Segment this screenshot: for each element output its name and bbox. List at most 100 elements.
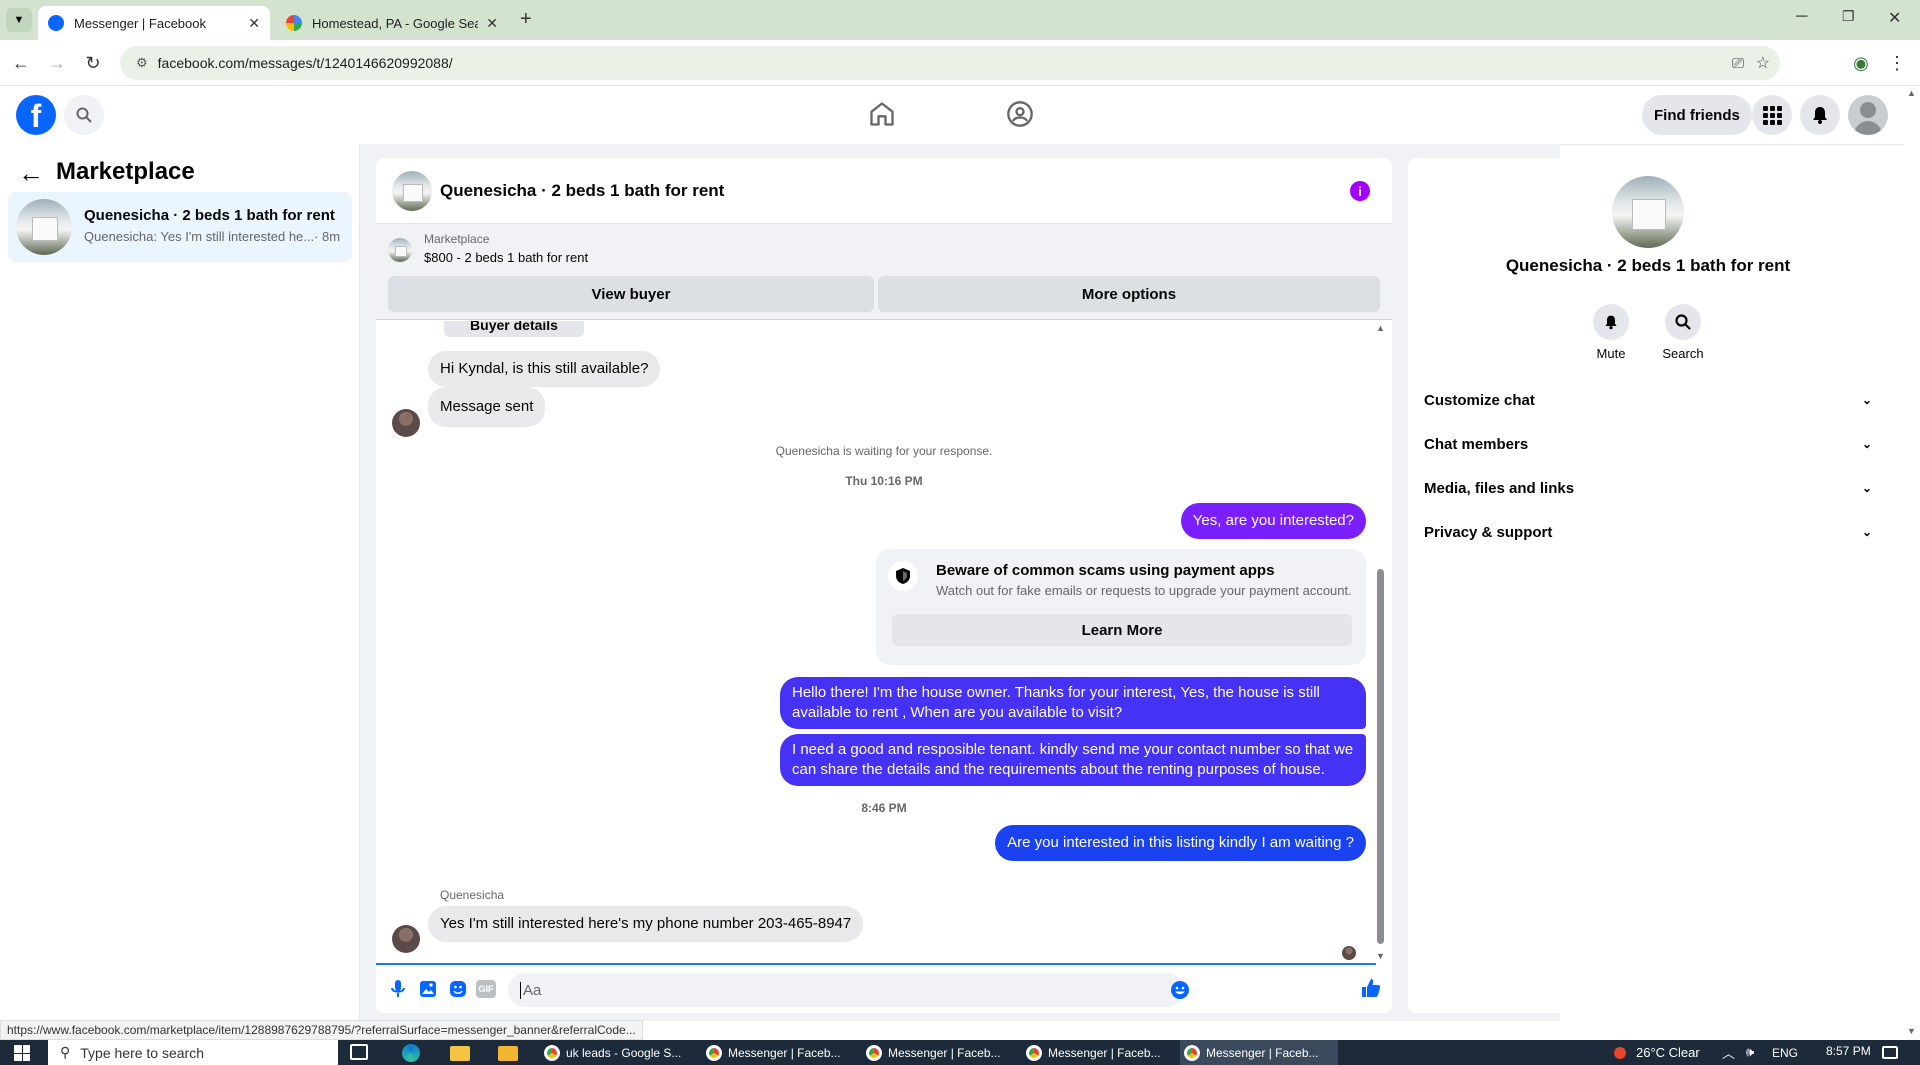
taskbar-app-chrome-active[interactable]: Messenger | Faceb... xyxy=(1180,1040,1338,1065)
media-files-links-section[interactable]: Media, files and links ⌄ xyxy=(1424,470,1872,506)
find-friends-button[interactable]: Find friends xyxy=(1642,95,1752,135)
bookmark-star-icon[interactable]: ☆ xyxy=(1756,53,1770,73)
tab-messenger[interactable]: Messenger | Facebook ✕ xyxy=(38,6,270,40)
folder-icon[interactable] xyxy=(498,1046,518,1061)
site-info-icon[interactable]: ⚙ xyxy=(136,55,148,71)
thumbs-up-icon[interactable] xyxy=(1360,977,1382,999)
incoming-message: Hi Kyndal, is this still available? xyxy=(428,351,661,387)
sticker-icon[interactable] xyxy=(448,979,468,999)
privacy-support-section[interactable]: Privacy & support ⌄ xyxy=(1424,514,1872,550)
language-indicator[interactable]: ENG xyxy=(1772,1046,1798,1060)
sender-avatar[interactable] xyxy=(392,409,420,437)
section-label: Chat members xyxy=(1424,435,1529,453)
customize-chat-section[interactable]: Customize chat ⌄ xyxy=(1424,382,1872,418)
account-avatar[interactable] xyxy=(1848,95,1888,135)
new-tab-button[interactable]: + xyxy=(520,8,532,31)
conversation-item[interactable]: Quenesicha · 2 beds 1 bath for rent Quen… xyxy=(8,192,352,262)
more-options-button[interactable]: More options xyxy=(878,276,1380,312)
composer-bar: GIF Aa xyxy=(376,965,1392,1013)
close-tab-icon[interactable]: ✕ xyxy=(248,15,260,32)
chat-title[interactable]: Quenesicha · 2 beds 1 bath for rent xyxy=(440,181,724,201)
view-buyer-button[interactable]: View buyer xyxy=(388,276,874,312)
scam-warning-title: Beware of common scams using payment app… xyxy=(936,562,1275,579)
scroll-up-icon[interactable]: ▲ xyxy=(1376,323,1385,333)
home-nav-button[interactable] xyxy=(868,100,900,132)
photo-icon[interactable] xyxy=(418,979,438,999)
search-icon xyxy=(76,107,92,123)
browser-menu-icon[interactable]: ⋮ xyxy=(1884,50,1910,76)
sender-name: Quenesicha xyxy=(440,888,505,902)
profile-icon[interactable]: ◉ xyxy=(1848,50,1874,76)
forward-button[interactable]: → xyxy=(44,50,70,76)
notifications-button[interactable] xyxy=(1800,95,1840,135)
search-conversation-button[interactable]: Search xyxy=(1658,304,1708,361)
banner-summary[interactable]: $800 - 2 beds 1 bath for rent xyxy=(424,250,588,265)
volume-icon[interactable]: 🕪 xyxy=(1746,1044,1754,1060)
outgoing-message: Yes, are you interested? xyxy=(1180,503,1366,539)
notification-center-icon[interactable] xyxy=(1882,1046,1898,1059)
taskbar-app-chrome[interactable]: Messenger | Faceb... xyxy=(702,1040,848,1065)
search-button[interactable] xyxy=(64,95,104,135)
browser-toolbar: ← → ↻ ⚙ facebook.com/messages/t/12401466… xyxy=(0,40,1920,86)
emoji-icon[interactable] xyxy=(1170,980,1190,1000)
taskbar-app-chrome[interactable]: uk leads - Google S... xyxy=(540,1040,686,1065)
menu-grid-icon xyxy=(1763,106,1782,125)
message-input[interactable]: Aa xyxy=(508,973,1189,1007)
message-scrollbar[interactable]: ▲ ▼ xyxy=(1375,321,1387,965)
taskbar-app-chrome[interactable]: Messenger | Faceb... xyxy=(862,1040,1008,1065)
sender-avatar[interactable] xyxy=(392,925,420,953)
incoming-message: Yes I'm still interested here's my phone… xyxy=(428,906,864,942)
tab-google-search[interactable]: Homestead, PA - Google Search ✕ xyxy=(276,6,508,40)
minimize-button[interactable]: ─ xyxy=(1796,8,1807,26)
tray-chevron-icon[interactable]: ︿ xyxy=(1722,1043,1735,1062)
page-scrollbar[interactable]: ▲ ▼ xyxy=(1904,86,1920,1040)
scroll-down-icon[interactable]: ▼ xyxy=(1376,951,1385,961)
taskbar-search-box[interactable]: ⚲ Type here to search xyxy=(48,1040,338,1065)
back-button[interactable]: ← xyxy=(8,50,34,76)
task-view-icon[interactable] xyxy=(350,1044,368,1060)
link-status-bubble: https://www.facebook.com/marketplace/ite… xyxy=(0,1020,643,1040)
microphone-icon[interactable] xyxy=(388,979,408,999)
facebook-logo[interactable]: f xyxy=(16,95,56,135)
chevron-down-icon: ⌄ xyxy=(1861,393,1872,407)
install-app-icon[interactable]: ⎚ xyxy=(1732,55,1744,72)
conversation-info-icon[interactable]: i xyxy=(1350,181,1370,201)
chat-avatar[interactable] xyxy=(392,171,432,211)
chrome-icon xyxy=(1184,1044,1200,1061)
chat-members-section[interactable]: Chat members ⌄ xyxy=(1424,426,1872,462)
scroll-up-icon[interactable]: ▲ xyxy=(1907,88,1916,98)
mute-button[interactable]: Mute xyxy=(1586,304,1636,361)
restore-button[interactable]: ❐ xyxy=(1842,8,1855,25)
scam-warning-card: Beware of common scams using payment app… xyxy=(876,549,1366,665)
chevron-down-icon: ⌄ xyxy=(1861,437,1872,451)
home-icon xyxy=(870,102,894,126)
taskbar-app-chrome[interactable]: Messenger | Faceb... xyxy=(1022,1040,1168,1065)
learn-more-button[interactable]: Learn More xyxy=(892,614,1352,646)
weather-widget[interactable]: 26°C Clear xyxy=(1614,1045,1700,1060)
bell-icon xyxy=(1813,107,1827,124)
back-arrow-icon[interactable]: ← xyxy=(18,158,44,189)
preview-time: · 8m xyxy=(314,229,341,244)
file-explorer-icon[interactable] xyxy=(450,1046,470,1061)
taskbar-app-label: uk leads - Google S... xyxy=(566,1045,682,1060)
preview-text: Quenesicha: Yes I'm still interested he.… xyxy=(84,229,315,244)
buyer-details-button[interactable]: Buyer details xyxy=(444,321,584,337)
edge-icon[interactable] xyxy=(402,1044,420,1062)
taskbar-app-label: Messenger | Faceb... xyxy=(888,1045,1001,1060)
tab-search-dropdown-icon[interactable]: ▼ xyxy=(6,8,32,32)
clock[interactable]: 8:57 PM xyxy=(1826,1044,1871,1058)
reload-button[interactable]: ↻ xyxy=(80,50,106,76)
scrollbar-thumb[interactable] xyxy=(1377,569,1384,944)
address-bar[interactable]: ⚙ facebook.com/messages/t/12401466209920… xyxy=(120,46,1780,80)
groups-nav-button[interactable] xyxy=(1006,100,1038,132)
menu-grid-button[interactable] xyxy=(1752,95,1792,135)
windows-taskbar: ⚲ Type here to search uk leads - Google … xyxy=(0,1040,1920,1065)
gif-icon[interactable]: GIF xyxy=(476,980,496,998)
close-tab-icon[interactable]: ✕ xyxy=(486,15,498,32)
windows-start-icon[interactable] xyxy=(14,1045,30,1061)
close-window-button[interactable]: ✕ xyxy=(1888,8,1901,28)
mute-bell-icon xyxy=(1593,304,1629,340)
message-input-placeholder: Aa xyxy=(520,981,541,999)
scroll-down-icon[interactable]: ▼ xyxy=(1907,1026,1916,1036)
banner-source: Marketplace xyxy=(424,232,490,246)
